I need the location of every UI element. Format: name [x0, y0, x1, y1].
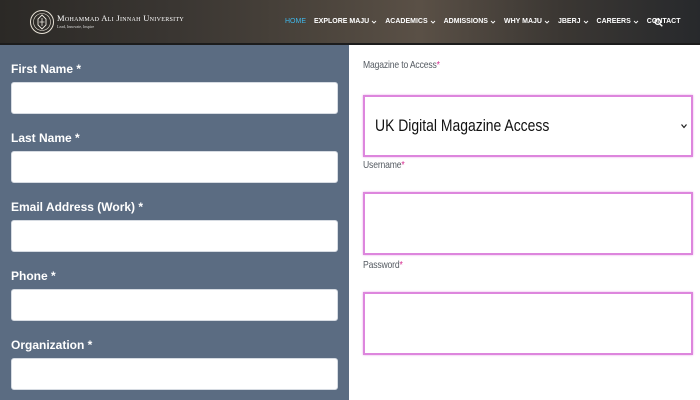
- required-marker: *: [401, 159, 405, 171]
- nav-item-label: ADMISSIONS: [443, 18, 488, 25]
- username-field[interactable]: [363, 192, 693, 255]
- chevron-down-icon: [633, 20, 639, 24]
- nav-item-contact[interactable]: CONTACT: [647, 17, 681, 27]
- username-label: Username*: [363, 159, 405, 171]
- phone-field[interactable]: [11, 289, 338, 321]
- required-marker: *: [399, 259, 403, 271]
- chevron-down-icon: [490, 20, 496, 24]
- chevron-down-icon: [430, 20, 435, 24]
- chevron-down-icon: [681, 124, 687, 129]
- password-field[interactable]: [363, 292, 693, 355]
- organization-label: Organization *: [11, 338, 93, 352]
- magazine-label-text: Magazine to Access: [363, 59, 437, 71]
- required-marker: *: [436, 59, 440, 71]
- brand-name: Mohammad Ali Jinnah University: [57, 13, 185, 23]
- chevron-down-icon: [544, 20, 550, 24]
- nav-item-label: EXPLORE MAJU: [314, 18, 370, 25]
- chevron-down-icon: [583, 20, 588, 24]
- nav-item-academics[interactable]: ACADEMICS: [385, 17, 435, 27]
- nav-item-label: HOME: [285, 18, 306, 25]
- password-label: Password*: [363, 259, 403, 271]
- email-label: Email Address (Work) *: [11, 200, 144, 214]
- username-label-text: Username: [363, 159, 402, 171]
- nav-item-label: CONTACT: [646, 18, 681, 25]
- first-name-field[interactable]: [11, 82, 338, 114]
- magazine-select[interactable]: UK Digital Magazine Access: [363, 95, 693, 157]
- nav-item-jberj[interactable]: JBERJ: [558, 17, 589, 27]
- nav-item-label: ACADEMICS: [385, 18, 428, 25]
- last-name-field[interactable]: [11, 151, 338, 183]
- phone-label: Phone *: [11, 269, 56, 283]
- nav-item-label: JBERJ: [557, 18, 581, 25]
- nav-item-explore-maju[interactable]: EXPLORE MAJU: [314, 17, 377, 27]
- nav-item-careers[interactable]: CAREERS: [597, 17, 639, 27]
- magazine-select-value: UK Digital Magazine Access: [375, 116, 550, 135]
- brand-tagline: Lead, Innovate, Inspire: [57, 24, 95, 29]
- nav-item-label: WHY MAJU: [503, 18, 542, 25]
- nav-item-label: CAREERS: [596, 18, 631, 25]
- first-name-label: First Name *: [11, 62, 82, 76]
- contact-info-form: First Name * Last Name * Email Address (…: [0, 45, 349, 400]
- email-field[interactable]: [11, 220, 338, 252]
- site-header: Mohammad Ali Jinnah University Lead, Inn…: [0, 0, 700, 45]
- nav-item-why-maju[interactable]: WHY MAJU: [504, 17, 550, 27]
- main-nav: HOME EXPLORE MAJU ACADEMICS ADMISSIONS W…: [285, 17, 688, 27]
- nav-item-admissions[interactable]: ADMISSIONS: [444, 17, 496, 27]
- university-crest-logo[interactable]: [29, 9, 55, 35]
- search-icon[interactable]: [654, 18, 663, 27]
- last-name-label: Last Name *: [11, 131, 80, 145]
- brand[interactable]: Mohammad Ali Jinnah University Lead, Inn…: [57, 14, 184, 30]
- magazine-access-form: Magazine to Access* UK Digital Magazine …: [349, 45, 700, 400]
- magazine-label: Magazine to Access*: [363, 59, 440, 71]
- nav-item-home[interactable]: HOME: [285, 17, 306, 27]
- password-label-text: Password: [363, 259, 400, 271]
- chevron-down-icon: [371, 20, 377, 24]
- organization-field[interactable]: [11, 358, 338, 390]
